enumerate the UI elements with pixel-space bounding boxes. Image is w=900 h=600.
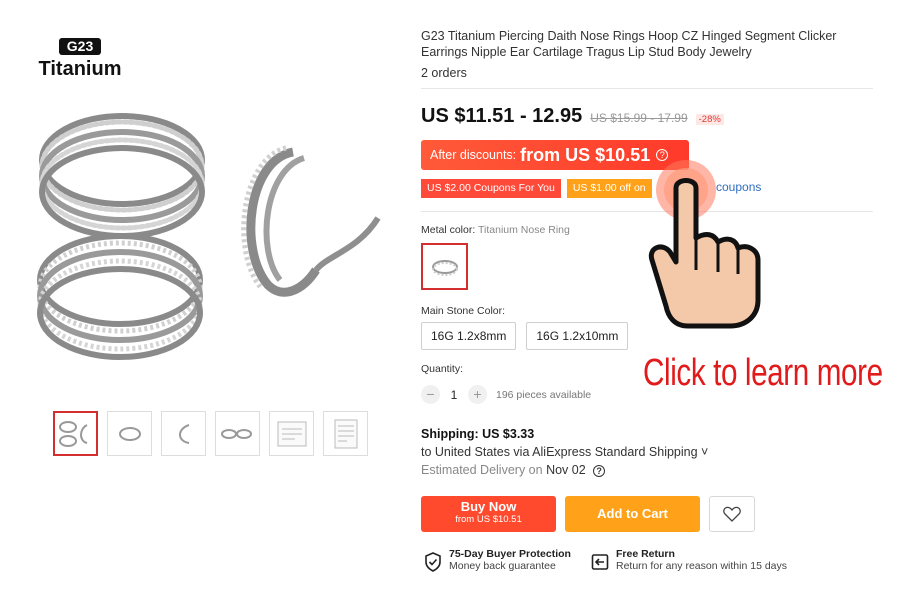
ring-thumbnail-icon — [178, 423, 189, 444]
order-count: 2 orders — [421, 66, 467, 80]
thumbnail-2[interactable] — [107, 411, 152, 456]
ring-thumbnail-icon — [118, 426, 141, 441]
coupon-badge-store[interactable]: US $2.00 Coupons For You — [421, 179, 561, 198]
quantity-stepper: − 1 + 196 pieces available — [421, 385, 591, 404]
shipping-cost: Shipping: US $3.33 — [421, 427, 535, 441]
metal-color-swatch[interactable] — [421, 243, 468, 290]
original-price: US $15.99 - 17.99 — [590, 111, 688, 125]
estimated-delivery-label: Estimated Delivery on — [421, 463, 543, 477]
price-row: US $11.51 - 12.95 US $15.99 - 17.99 -28% — [421, 105, 724, 128]
brand-block: G23 Titanium — [34, 38, 126, 81]
add-to-cart-button[interactable]: Add to Cart — [565, 496, 700, 532]
thumbnail-6[interactable] — [323, 411, 368, 456]
size-option-8mm[interactable]: 16G 1.2x8mm — [421, 322, 517, 350]
thumbnail-1[interactable] — [53, 411, 98, 456]
free-return-title: Free Return — [616, 548, 675, 560]
shipping-block: Shipping: US $3.33 to United States via … — [421, 427, 721, 477]
discount-percent-badge: -28% — [695, 114, 724, 125]
learn-more-cta[interactable]: Click to learn more — [643, 352, 883, 395]
free-return: Free Return Return for any reason within… — [591, 548, 787, 572]
free-return-subtitle: Return for any reason within 15 days — [616, 560, 788, 572]
brand-name: Titanium — [38, 58, 122, 80]
thumbnail-5[interactable] — [269, 411, 314, 456]
current-price: US $11.51 - 12.95 — [421, 105, 583, 127]
metal-color-title: Metal color: — [421, 224, 476, 236]
thumbnail-strip — [53, 411, 368, 456]
buyer-protection-title: 75-Day Buyer Protection — [449, 548, 571, 560]
pointing-hand-icon — [618, 160, 778, 335]
return-icon — [591, 554, 609, 570]
size-options: 16G 1.2x8mm 16G 1.2x10mm — [421, 322, 629, 350]
estimated-delivery: Estimated Delivery on Nov 02 ? — [421, 463, 721, 477]
thumbnail-4[interactable] — [215, 411, 260, 456]
product-image-rings — [37, 113, 381, 360]
discount-label: After discounts: — [430, 148, 517, 162]
ring-thumbnail-icon — [58, 420, 88, 447]
ring-thumbnail-icon — [220, 428, 252, 439]
size-option-10mm[interactable]: 16G 1.2x10mm — [526, 322, 629, 350]
shield-check-icon — [425, 552, 441, 572]
product-info: G23 Titanium Piercing Daith Nose Rings H… — [421, 28, 881, 80]
quantity-label: Quantity: — [421, 363, 464, 375]
quantity-increase-button[interactable]: + — [468, 385, 487, 404]
metal-color-value: Titanium Nose Ring — [478, 224, 570, 236]
thumbnail-3[interactable] — [161, 411, 206, 456]
buy-now-button[interactable]: Buy Now from US $10.51 — [421, 496, 556, 532]
buyer-protection: 75-Day Buyer Protection Money back guara… — [424, 548, 571, 572]
ring-swatch-icon — [431, 259, 458, 276]
product-title: G23 Titanium Piercing Daith Nose Rings H… — [421, 29, 837, 59]
quantity-value[interactable]: 1 — [440, 388, 468, 402]
quantity-decrease-button[interactable]: − — [421, 385, 440, 404]
buyer-protection-subtitle: Money back guarantee — [449, 560, 556, 572]
main-stone-label: Main Stone Color: — [421, 305, 506, 317]
divider — [421, 88, 873, 89]
heart-icon — [723, 506, 741, 522]
buy-now-price: from US $10.51 — [455, 514, 522, 525]
estimated-delivery-date: Nov 02 — [546, 463, 586, 477]
pieces-available: 196 pieces available — [496, 388, 592, 401]
document-thumbnail-icon — [277, 421, 306, 446]
shipping-method-selector[interactable]: to United States via AliExpress Standard… — [421, 445, 721, 459]
wishlist-button[interactable] — [709, 496, 755, 532]
help-icon[interactable]: ? — [593, 465, 606, 477]
document-thumbnail-icon — [334, 419, 357, 448]
main-product-image[interactable] — [28, 100, 400, 360]
metal-color-label: Metal color: Titanium Nose Ring — [421, 224, 570, 236]
brand-badge: G23 — [58, 38, 102, 55]
buy-now-label: Buy Now — [460, 499, 517, 514]
